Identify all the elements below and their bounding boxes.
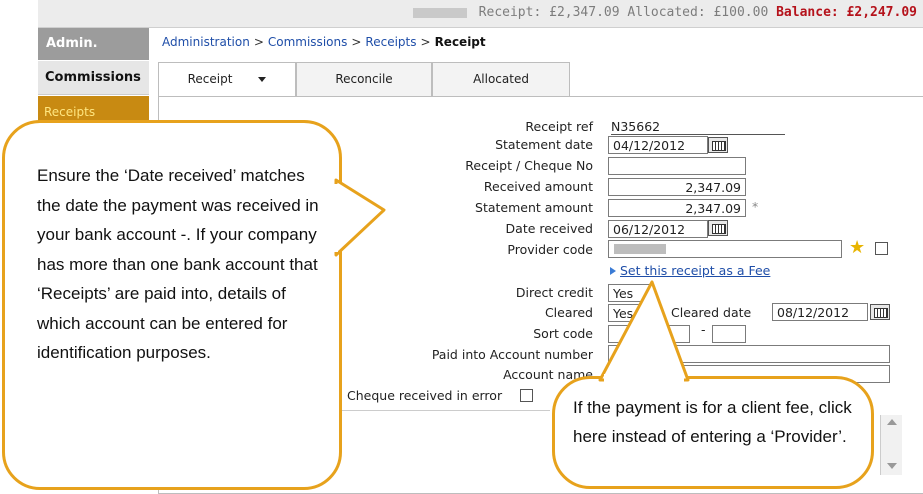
- redacted-provider: [614, 244, 666, 254]
- cleared-label: Cleared: [544, 305, 593, 320]
- direct-credit-label: Direct credit: [515, 285, 593, 300]
- required-marker: *: [752, 199, 759, 214]
- statement-amount-label: Statement amount: [475, 200, 593, 215]
- scrollbar[interactable]: [880, 415, 902, 475]
- callout-set-fee-text: If the payment is for a client fee, clic…: [573, 398, 852, 446]
- breadcrumb-administration[interactable]: Administration: [162, 35, 250, 49]
- sort-code-field-1[interactable]: [608, 325, 690, 343]
- allocated-total: Allocated: £100.00: [627, 5, 769, 20]
- date-received-field[interactable]: 06/12/2012: [608, 220, 708, 238]
- callout-date-received-text: Ensure the ‘Date received’ matches the d…: [37, 166, 319, 362]
- received-amount-field[interactable]: 2,347.09: [608, 178, 746, 196]
- summary-bar: Receipt: £2,347.09 Allocated: £100.00 Ba…: [38, 0, 923, 28]
- receipt-ref-label: Receipt ref: [525, 119, 593, 134]
- tab-receipt[interactable]: Receipt: [158, 62, 296, 96]
- tab-allocated[interactable]: Allocated: [432, 62, 570, 96]
- sort-code-label: Sort code: [533, 326, 593, 341]
- calendar-icon[interactable]: [870, 304, 890, 320]
- received-amount-label: Received amount: [483, 179, 593, 194]
- sort-code-separator: -: [701, 322, 706, 337]
- cheque-error-label: Cheque received in error: [347, 388, 503, 403]
- breadcrumb-commissions[interactable]: Commissions: [268, 35, 347, 49]
- breadcrumb-receipts[interactable]: Receipts: [365, 35, 416, 49]
- breadcrumb-separator: >: [420, 35, 431, 49]
- calendar-icon[interactable]: [708, 220, 728, 236]
- callout-set-fee: If the payment is for a client fee, clic…: [552, 376, 874, 489]
- tab-allocated-label: Allocated: [473, 72, 529, 86]
- receipt-ref-value: N35662: [611, 119, 785, 135]
- breadcrumb-separator: >: [351, 35, 362, 49]
- cheque-no-label: Receipt / Cheque No: [465, 158, 593, 173]
- redacted-name: [412, 7, 467, 18]
- balance-total: Balance: £2,247.09: [776, 5, 917, 20]
- tab-receipt-label: Receipt: [187, 72, 233, 86]
- cleared-date-label: Cleared date: [671, 305, 752, 320]
- paid-into-account-label: Paid into Account number: [431, 347, 593, 362]
- receipt-total: Receipt: £2,347.09: [478, 5, 620, 20]
- direct-credit-field[interactable]: Yes: [608, 284, 652, 302]
- tab-reconcile-label: Reconcile: [335, 72, 393, 86]
- chevron-down-icon[interactable]: [258, 77, 267, 82]
- statement-date-label: Statement date: [495, 137, 593, 152]
- breadcrumb: Administration > Commissions > Receipts > Rece…: [162, 35, 486, 49]
- breadcrumb-separator: >: [253, 35, 264, 49]
- set-fee-link[interactable]: Set this receipt as a Fee: [620, 263, 770, 278]
- statement-amount-field[interactable]: 2,347.09: [608, 199, 746, 217]
- provider-code-label: Provider code: [507, 242, 593, 257]
- callout-date-received: Ensure the ‘Date received’ matches the d…: [2, 120, 342, 490]
- cheque-no-field[interactable]: [608, 157, 746, 175]
- star-icon[interactable]: ★: [849, 239, 865, 257]
- provider-checkbox[interactable]: [875, 242, 888, 255]
- tab-reconcile[interactable]: Reconcile: [296, 62, 432, 96]
- divider: [340, 410, 550, 411]
- cleared-date-field[interactable]: 08/12/2012: [772, 303, 868, 321]
- scroll-up-icon[interactable]: [887, 419, 897, 425]
- sidebar-item-admin[interactable]: Admin.: [38, 28, 149, 60]
- calendar-icon[interactable]: [708, 137, 728, 153]
- arrow-right-icon: [610, 267, 616, 275]
- sidebar-item-commissions[interactable]: Commissions: [38, 61, 149, 95]
- cleared-field[interactable]: Yes: [608, 304, 652, 322]
- cheque-error-checkbox[interactable]: [520, 389, 533, 402]
- statement-date-field[interactable]: 04/12/2012: [608, 136, 708, 154]
- scroll-down-icon[interactable]: [887, 463, 897, 469]
- sort-code-field-2[interactable]: [712, 325, 746, 343]
- breadcrumb-current: Receipt: [434, 35, 486, 49]
- paid-into-account-field[interactable]: [608, 345, 890, 363]
- receipt-summary: Receipt: £2,347.09 Allocated: £100.00 Ba…: [412, 5, 917, 20]
- date-received-label: Date received: [505, 221, 593, 236]
